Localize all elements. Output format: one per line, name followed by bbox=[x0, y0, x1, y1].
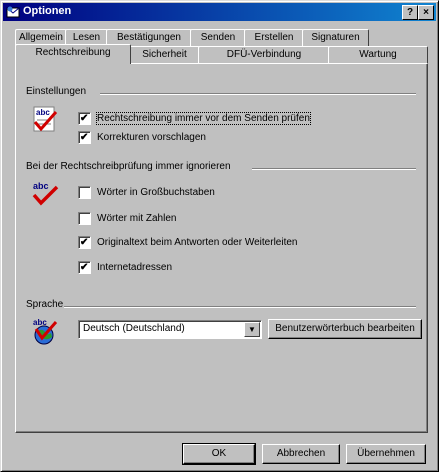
option-label: Wörter mit Zahlen bbox=[97, 212, 177, 224]
tab-wartung[interactable]: Wartung bbox=[328, 46, 428, 63]
svg-text:abc: abc bbox=[36, 108, 50, 117]
title-bar[interactable]: Optionen ? × bbox=[3, 3, 436, 21]
svg-text:abc: abc bbox=[33, 318, 47, 327]
tab-sicherheit[interactable]: Sicherheit bbox=[129, 46, 200, 63]
spellcheck-abc-checkmark-icon: abc bbox=[32, 181, 59, 206]
option-suggest-corrections[interactable]: ✔ Korrekturen vorschlagen bbox=[78, 130, 206, 144]
checkbox[interactable]: ✔ bbox=[78, 111, 91, 125]
ok-button[interactable]: OK bbox=[182, 443, 256, 465]
option-label: Internetadressen bbox=[97, 261, 173, 273]
language-select-value: Deutsch (Deutschland) bbox=[83, 323, 185, 334]
check-mark-icon: ✔ bbox=[80, 236, 89, 248]
tab-rechtschreibung[interactable]: Rechtschreibung bbox=[15, 44, 131, 64]
option-check-before-send[interactable]: ✔ Rechtschreibung immer vor dem Senden p… bbox=[78, 111, 311, 125]
window-title: Optionen bbox=[23, 5, 72, 17]
settings-divider bbox=[100, 93, 416, 95]
chevron-down-icon[interactable]: ▼ bbox=[244, 322, 260, 337]
checkbox[interactable]: ✔ bbox=[78, 260, 91, 274]
help-button[interactable]: ? bbox=[402, 5, 418, 20]
outlook-express-icon bbox=[6, 6, 20, 18]
option-label: Originaltext beim Antworten oder Weiterl… bbox=[97, 236, 298, 248]
cancel-button[interactable]: Abbrechen bbox=[262, 444, 340, 464]
svg-text:abc: abc bbox=[33, 181, 49, 191]
option-ignore-internet-addresses[interactable]: ✔ Internetadressen bbox=[78, 260, 172, 274]
options-dialog: Optionen ? × Allgemein Lesen Bestätigung… bbox=[0, 0, 439, 472]
language-select[interactable]: Deutsch (Deutschland) ▼ bbox=[78, 320, 262, 339]
edit-user-dictionary-button[interactable]: Benutzerwörterbuch bearbeiten bbox=[268, 319, 422, 339]
option-ignore-original-text[interactable]: ✔ Originaltext beim Antworten oder Weite… bbox=[78, 235, 297, 249]
language-globe-abc-icon: abc bbox=[33, 318, 58, 345]
tab-senden[interactable]: Senden bbox=[190, 29, 246, 46]
language-divider bbox=[64, 306, 416, 308]
option-ignore-uppercase[interactable]: Wörter in Großbuchstaben bbox=[78, 185, 215, 199]
language-group-label: Sprache bbox=[26, 299, 64, 310]
tab-erstellen[interactable]: Erstellen bbox=[244, 29, 304, 46]
checkbox[interactable]: ✔ bbox=[78, 130, 91, 144]
check-mark-icon: ✔ bbox=[80, 112, 89, 124]
checkbox[interactable] bbox=[78, 211, 91, 225]
option-label: Wörter in Großbuchstaben bbox=[97, 186, 215, 198]
option-label: Korrekturen vorschlagen bbox=[97, 131, 206, 143]
ignore-group-label: Bei der Rechtschreibprüfung immer ignori… bbox=[26, 161, 231, 172]
option-label: Rechtschreibung immer vor dem Senden prü… bbox=[96, 111, 311, 125]
check-mark-icon: ✔ bbox=[80, 131, 89, 143]
ignore-divider bbox=[252, 168, 416, 170]
spellcheck-abc-icon: abc bbox=[33, 106, 58, 132]
tab-dfue-verbindung[interactable]: DFÜ-Verbindung bbox=[198, 46, 330, 63]
checkbox[interactable] bbox=[78, 185, 91, 199]
apply-button[interactable]: Übernehmen bbox=[346, 444, 426, 464]
settings-group-label: Einstellungen bbox=[26, 86, 87, 97]
option-ignore-numbers[interactable]: Wörter mit Zahlen bbox=[78, 211, 176, 225]
check-mark-icon: ✔ bbox=[80, 261, 89, 273]
tab-signaturen[interactable]: Signaturen bbox=[302, 29, 369, 46]
close-button[interactable]: × bbox=[418, 5, 434, 20]
checkbox[interactable]: ✔ bbox=[78, 235, 91, 249]
rechtschreibung-panel: Einstellungen abc ✔ Rechtschreibung imme… bbox=[15, 63, 428, 433]
